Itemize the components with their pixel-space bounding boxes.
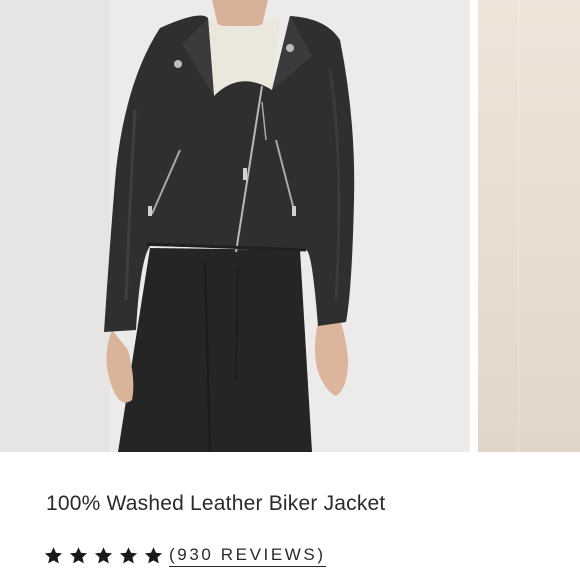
star-icon: [94, 546, 113, 563]
product-image-main[interactable]: [0, 0, 470, 452]
rating-stars: [44, 546, 169, 565]
product-photo: [0, 0, 470, 452]
product-title: 100% Washed Leather Biker Jacket: [46, 492, 386, 515]
reviews-link[interactable]: (930 REVIEWS): [169, 544, 326, 567]
star-icon: [119, 546, 138, 563]
star-icon: [44, 546, 63, 563]
rating-row: (930 REVIEWS): [44, 542, 326, 568]
star-icon: [144, 546, 163, 563]
product-image-next[interactable]: [478, 0, 580, 452]
next-image-seam: [518, 0, 519, 452]
star-icon: [69, 546, 88, 563]
product-image-gallery[interactable]: [0, 0, 580, 452]
